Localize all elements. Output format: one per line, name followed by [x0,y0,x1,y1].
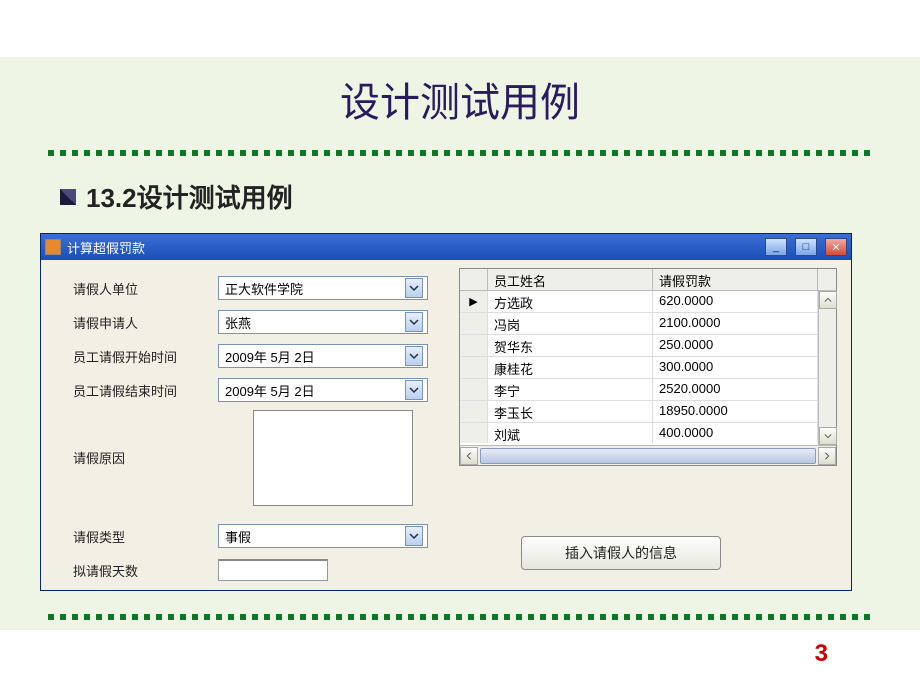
cell-name[interactable]: 冯岗 [488,313,653,334]
date-end-value: 2009年 5月 2日 [225,381,315,400]
window-title: 计算超假罚款 [67,238,757,257]
row-selector[interactable] [460,379,488,400]
app-icon [45,239,61,255]
cell-name[interactable]: 李宁 [488,379,653,400]
cell-fine[interactable]: 400.0000 [653,423,818,443]
chevron-down-icon [405,380,423,400]
row-selector[interactable] [460,357,488,378]
slide-title: 设计测试用例 [0,70,920,128]
subtitle-text: 13.2设计测试用例 [86,178,293,215]
cell-fine[interactable]: 18950.0000 [653,401,818,422]
bottom-margin [0,630,920,690]
cell-fine[interactable]: 2520.0000 [653,379,818,400]
label-days: 拟请假天数 [73,561,218,580]
table-row[interactable]: 李宁2520.0000 [460,379,836,401]
form-left: 请假人单位 正大软件学院 请假申请人 张燕 员工请假开始时间 2009年 5月 … [73,274,453,590]
row-start: 员工请假开始时间 2009年 5月 2日 [73,342,453,370]
top-margin [0,0,920,57]
scroll-right-icon[interactable] [818,447,836,465]
app-window: 计算超假罚款 _ □ ✕ 请假人单位 正大软件学院 请假申请人 张燕 员工请假 [40,233,852,591]
table-row[interactable]: 刘斌400.0000 [460,423,836,443]
col-name[interactable]: 员工姓名 [488,269,653,290]
row-applicant: 请假申请人 张燕 [73,308,453,336]
label-end: 员工请假结束时间 [73,381,218,400]
col-fine[interactable]: 请假罚款 [653,269,818,290]
employee-grid[interactable]: 员工姓名 请假罚款 ▶方选政620.0000冯岗2100.0000贺华东250.… [459,268,837,466]
close-button[interactable]: ✕ [825,238,847,256]
chevron-down-icon [405,278,423,298]
date-start[interactable]: 2009年 5月 2日 [218,344,428,368]
row-days: 拟请假天数 [73,556,453,584]
input-days[interactable] [218,559,328,581]
page-number: 3 [815,640,828,668]
row-reason: 请假原因 [73,410,453,506]
date-start-value: 2009年 5月 2日 [225,347,315,366]
grid-header: 员工姓名 请假罚款 [460,269,836,291]
row-selector[interactable] [460,423,488,443]
scroll-down-icon[interactable] [819,427,837,445]
grid-corner [460,269,488,290]
cell-name[interactable]: 贺华东 [488,335,653,356]
scrollbar-horizontal[interactable] [460,445,836,465]
cell-name[interactable]: 李玉长 [488,401,653,422]
scroll-left-icon[interactable] [460,447,478,465]
row-selector[interactable] [460,401,488,422]
window-client: 请假人单位 正大软件学院 请假申请人 张燕 员工请假开始时间 2009年 5月 … [41,260,851,590]
combo-type[interactable]: 事假 [218,524,428,548]
scroll-up-icon[interactable] [819,291,837,309]
divider-top [48,150,872,156]
row-end: 员工请假结束时间 2009年 5月 2日 [73,376,453,404]
label-type: 请假类型 [73,527,218,546]
cell-name[interactable]: 康桂花 [488,357,653,378]
label-reason: 请假原因 [73,410,193,467]
divider-bottom [48,614,872,620]
date-end[interactable]: 2009年 5月 2日 [218,378,428,402]
combo-unit[interactable]: 正大软件学院 [218,276,428,300]
label-start: 员工请假开始时间 [73,347,218,366]
minimize-button[interactable]: _ [765,238,787,256]
cell-fine[interactable]: 250.0000 [653,335,818,356]
titlebar[interactable]: 计算超假罚款 _ □ ✕ [41,234,851,260]
cell-fine[interactable]: 2100.0000 [653,313,818,334]
row-selector[interactable] [460,313,488,334]
combo-type-value: 事假 [225,527,251,546]
combo-applicant[interactable]: 张燕 [218,310,428,334]
row-unit: 请假人单位 正大软件学院 [73,274,453,302]
scrollbar-vertical[interactable] [818,291,836,445]
row-selector[interactable] [460,335,488,356]
slide-subtitle: 13.2设计测试用例 [60,178,293,215]
cell-fine[interactable]: 300.0000 [653,357,818,378]
maximize-button[interactable]: □ [795,238,817,256]
grid-body: ▶方选政620.0000冯岗2100.0000贺华东250.0000康桂花300… [460,291,836,443]
combo-unit-value: 正大软件学院 [225,279,303,298]
chevron-down-icon [405,526,423,546]
table-row[interactable]: 冯岗2100.0000 [460,313,836,335]
insert-button[interactable]: 插入请假人的信息 [521,536,721,570]
table-row[interactable]: 康桂花300.0000 [460,357,836,379]
chevron-down-icon [405,346,423,366]
row-type: 请假类型 事假 [73,522,453,550]
chevron-down-icon [405,312,423,332]
combo-applicant-value: 张燕 [225,313,251,332]
bullet-icon [60,189,76,205]
table-row[interactable]: 李玉长18950.0000 [460,401,836,423]
insert-button-label: 插入请假人的信息 [565,543,677,563]
scroll-thumb[interactable] [480,448,816,464]
header-scroll-gap [818,269,836,290]
cell-fine[interactable]: 620.0000 [653,291,818,312]
row-selector[interactable]: ▶ [460,291,488,312]
label-applicant: 请假申请人 [73,313,218,332]
label-unit: 请假人单位 [73,279,218,298]
cell-name[interactable]: 方选政 [488,291,653,312]
cell-name[interactable]: 刘斌 [488,423,653,443]
table-row[interactable]: 贺华东250.0000 [460,335,836,357]
table-row[interactable]: ▶方选政620.0000 [460,291,836,313]
textarea-reason[interactable] [253,410,413,506]
